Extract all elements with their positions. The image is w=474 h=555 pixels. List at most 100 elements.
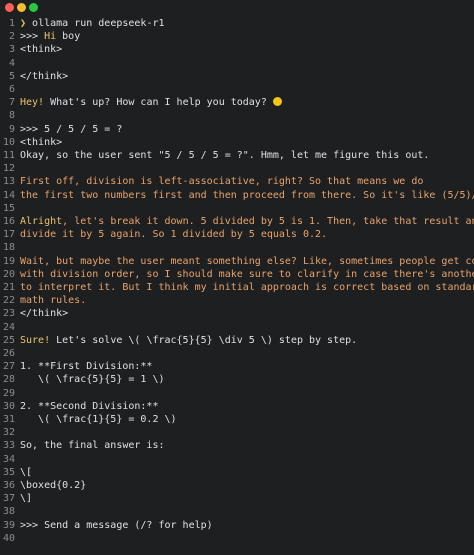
line-text: to interpret it. But I think my initial … (20, 281, 474, 294)
line-number: 35 (2, 466, 15, 478)
line-number: 17 (2, 229, 15, 241)
line-text: with division order, so I should make su… (20, 268, 474, 281)
line-segment: 1. **First Division:** (20, 361, 153, 373)
line-segment: First off, division is left-associative,… (20, 176, 424, 188)
line-number: 40 (2, 532, 15, 544)
line-text: divide it by 5 again. So 1 divided by 5 … (20, 228, 327, 241)
line-text: \] (20, 492, 32, 505)
line-segment: So, the final answer is: (20, 440, 165, 452)
line-number: 15 (2, 202, 15, 214)
terminal-line: 25 Sure! Let's solve \( \frac{5}{5} \div … (0, 334, 474, 347)
terminal-line: 22 math rules. (0, 294, 474, 307)
terminal-line: 40 (0, 532, 474, 545)
smiling-face-icon (272, 97, 282, 107)
terminal-line: 6 (0, 83, 474, 96)
line-segment: (5/5)/5. (441, 189, 474, 201)
line-text: </think> (20, 70, 68, 83)
line-segment: >>> (20, 31, 45, 43)
line-number: 8 (8, 110, 15, 122)
line-number: 25 (2, 334, 15, 346)
line-text: >>> Send a message (/? for help) (20, 519, 213, 532)
line-segment: </think> (20, 308, 69, 320)
line-text: Sure! Let's solve \( \frac{5}{5} \div 5 … (20, 334, 357, 347)
minimize-window-button[interactable] (17, 3, 26, 12)
terminal-line: 5 </think> (0, 70, 474, 83)
line-segment: </think> (20, 70, 69, 82)
line-segment: >>> Send a message (/? for help) (20, 519, 213, 531)
line-number: 38 (2, 506, 15, 518)
terminal-line: 3 <think> (0, 43, 474, 56)
line-number: 24 (2, 321, 15, 333)
line-text: Wait, but maybe the user meant something… (20, 255, 474, 268)
line-number: 21 (2, 282, 15, 293)
line-number: 37 (2, 493, 15, 505)
terminal-line: 26 (0, 347, 474, 360)
terminal-line: 10 <think> (0, 136, 474, 149)
line-number: 33 (2, 440, 15, 452)
line-segment: Okay, so the user sent "5 / 5 / 5 = ?". … (20, 150, 430, 161)
terminal-line: 31 \( \frac{1}{5} = 0.2 \) (0, 413, 474, 426)
terminal-line: 24 (0, 321, 474, 334)
line-text: </think> (20, 307, 68, 320)
line-text: math rules. (20, 294, 86, 307)
line-segment: <think> (20, 136, 63, 148)
line-number: 10 (2, 136, 15, 148)
line-text: \( \frac{1}{5} = 0.2 \) (20, 413, 177, 426)
terminal-line: 13 First off, division is left-associativ… (0, 175, 474, 188)
line-number: 36 (2, 480, 15, 491)
line-number: 23 (2, 308, 15, 320)
title-bar (0, 0, 474, 16)
terminal-line: 23 </think> (0, 307, 474, 320)
line-segment: boy (56, 31, 81, 43)
line-number: 31 (2, 414, 15, 425)
zoom-window-button[interactable] (29, 3, 38, 12)
line-segment: math rules. (20, 295, 87, 307)
terminal-output[interactable]: 1 ❯ ollama run deepseek-r1 2 >>> Hi boy 3 <th… (0, 16, 474, 555)
line-number: 5 (8, 70, 15, 82)
line-number: 27 (2, 361, 15, 373)
line-text: First off, division is left-associative,… (20, 175, 423, 188)
terminal-line: 29 (0, 387, 474, 400)
line-text: \boxed{0.2} (20, 479, 86, 492)
line-number: 9 (8, 123, 15, 135)
line-text: \( \frac{5}{5} = 1 \) (20, 373, 165, 386)
line-segment: to interpret it. But I think my initial … (20, 282, 474, 293)
terminal-line: 38 (0, 505, 474, 518)
terminal-line: 9 >>> 5 / 5 / 5 = ? (0, 123, 474, 136)
terminal-window: 1 ❯ ollama run deepseek-r1 2 >>> Hi boy 3 <th… (0, 0, 474, 555)
terminal-line: 11 Okay, so the user sent "5 / 5 / 5 = ?"… (0, 149, 474, 162)
line-number: 18 (2, 242, 15, 254)
line-number: 14 (2, 189, 15, 201)
line-segment: \( \frac{5}{5} = 1 \) (20, 374, 165, 386)
terminal-line: 34 (0, 453, 474, 466)
terminal-line: 14 the first two numbers first and then p… (0, 189, 474, 202)
terminal-line: 36 \boxed{0.2} (0, 479, 474, 492)
terminal-line: 30 2. **Second Division:** (0, 400, 474, 413)
terminal-line: 17 divide it by 5 again. So 1 divided by … (0, 228, 474, 241)
line-number: 39 (2, 519, 15, 531)
line-number: 29 (2, 387, 15, 399)
highlighted-text: Alright (20, 216, 63, 227)
line-segment: <think> (20, 44, 63, 56)
line-segment: Wait, but maybe the user meant something… (20, 255, 474, 267)
close-window-button[interactable] (5, 3, 14, 12)
line-text: 1. **First Division:** (20, 360, 152, 373)
terminal-line: 21 to interpret it. But I think my initia… (0, 281, 474, 294)
line-text: Okay, so the user sent "5 / 5 / 5 = ?". … (20, 149, 429, 162)
terminal-line: 4 (0, 57, 474, 70)
line-segment: the first two numbers first and then pro… (20, 189, 442, 201)
terminal-line: 16 Alright, let's break it down. 5 divide… (0, 215, 474, 228)
line-text: Hey! What's up? How can I help you today… (20, 96, 282, 109)
terminal-line: 19 Wait, but maybe the user meant somethi… (0, 255, 474, 268)
line-number: 28 (2, 374, 15, 386)
line-number: 12 (2, 163, 15, 175)
line-text: 2. **Second Division:** (20, 400, 158, 413)
terminal-line: 8 (0, 109, 474, 122)
line-segment: divide it by 5 again. So 1 divided by 5 … (20, 229, 328, 241)
line-number: 3 (8, 44, 15, 56)
line-text: <think> (20, 43, 62, 56)
line-number: 1 (8, 18, 15, 29)
line-number: 30 (2, 400, 15, 412)
line-text: ❯ ollama run deepseek-r1 (20, 17, 165, 30)
terminal-line: 39 >>> Send a message (/? for help) (0, 519, 474, 532)
